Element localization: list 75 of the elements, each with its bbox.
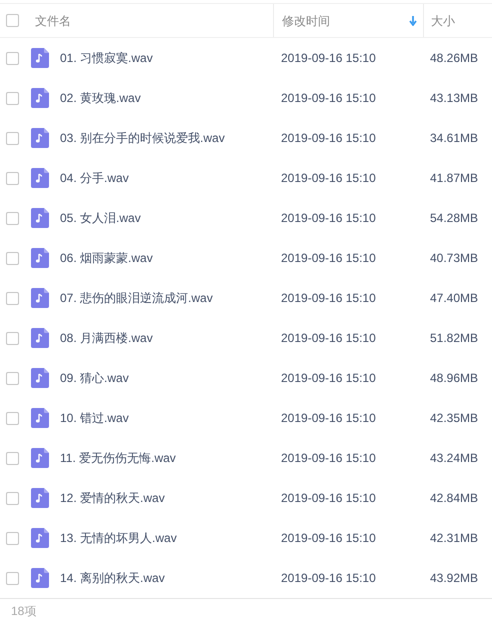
file-name[interactable]: 01. 习惯寂寞.wav: [60, 49, 153, 67]
checkbox[interactable]: [6, 332, 19, 344]
column-header[interactable]: 修改时间: [282, 10, 417, 30]
file-size: 40.73MB: [430, 251, 478, 265]
file-size: 42.35MB: [430, 411, 478, 425]
checkbox[interactable]: [6, 452, 19, 464]
checkbox[interactable]: [6, 572, 19, 584]
file-name[interactable]: 04. 分手.wav: [60, 169, 129, 187]
modified-time: 2019-09-16 15:10: [281, 211, 376, 225]
music-file-icon: [31, 488, 49, 508]
checkbox[interactable]: [6, 252, 19, 264]
checkbox[interactable]: [6, 532, 19, 544]
file-size: 48.96MB: [430, 371, 478, 385]
file-name[interactable]: 07. 悲伤的眼泪逆流成河.wav: [60, 289, 213, 307]
checkbox[interactable]: [6, 372, 19, 384]
file-name[interactable]: 02. 黄玫瑰.wav: [60, 89, 141, 107]
music-file-icon: [31, 568, 49, 588]
file-size: 43.92MB: [430, 571, 478, 585]
item-count: 18项: [11, 602, 36, 620]
music-file-icon: [31, 528, 49, 548]
modified-time: 2019-09-16 15:10: [281, 291, 376, 305]
music-file-icon: [31, 408, 49, 428]
file-size: 34.61MB: [430, 131, 478, 145]
modified-time: 2019-09-16 15:10: [281, 491, 376, 505]
file-name[interactable]: 13. 无情的坏男人.wav: [60, 529, 177, 547]
file-size: 42.84MB: [430, 491, 478, 505]
modified-time: 2019-09-16 15:10: [281, 131, 376, 145]
modified-time: 2019-09-16 15:10: [281, 411, 376, 425]
file-size: 42.31MB: [430, 531, 478, 545]
music-file-icon: [31, 88, 49, 108]
music-file-icon: [31, 168, 49, 188]
file-size: 47.40MB: [430, 291, 478, 305]
modified-time: 2019-09-16 15:10: [281, 571, 376, 585]
file-name[interactable]: 03. 别在分手的时候说爱我.wav: [60, 129, 225, 147]
checkbox[interactable]: [6, 14, 19, 27]
checkbox[interactable]: [6, 172, 19, 184]
checkbox[interactable]: [6, 92, 19, 104]
modified-time: 2019-09-16 15:10: [281, 171, 376, 185]
file-size: 43.13MB: [430, 91, 478, 105]
modified-time: 2019-09-16 15:10: [281, 331, 376, 345]
file-size: 54.28MB: [430, 211, 478, 225]
file-name[interactable]: 12. 爱情的秋天.wav: [60, 489, 165, 507]
checkbox[interactable]: [6, 292, 19, 304]
music-file-icon: [31, 328, 49, 348]
music-file-icon: [31, 48, 49, 68]
file-name[interactable]: 08. 月满西楼.wav: [60, 329, 153, 347]
music-file-icon: [31, 248, 49, 268]
file-size: 43.24MB: [430, 451, 478, 465]
file-size: 41.87MB: [430, 171, 478, 185]
modified-time: 2019-09-16 15:10: [281, 531, 376, 545]
column-header[interactable]: 大小: [431, 10, 492, 30]
file-name[interactable]: 06. 烟雨蒙蒙.wav: [60, 249, 153, 267]
music-file-icon: [31, 208, 49, 228]
file-name[interactable]: 05. 女人泪.wav: [60, 209, 141, 227]
checkbox[interactable]: [6, 52, 19, 64]
music-file-icon: [31, 368, 49, 388]
modified-time: 2019-09-16 15:10: [281, 51, 376, 65]
file-size: 51.82MB: [430, 331, 478, 345]
modified-time: 2019-09-16 15:10: [281, 451, 376, 465]
modified-time: 2019-09-16 15:10: [281, 91, 376, 105]
music-file-icon: [31, 288, 49, 308]
file-name[interactable]: 10. 错过.wav: [60, 409, 129, 427]
file-name[interactable]: 09. 猜心.wav: [60, 369, 129, 387]
checkbox[interactable]: [6, 492, 19, 504]
checkbox[interactable]: [6, 412, 19, 424]
modified-time: 2019-09-16 15:10: [281, 251, 376, 265]
file-name[interactable]: 11. 爱无伤伤无悔.wav: [60, 449, 176, 467]
music-file-icon: [31, 128, 49, 148]
music-file-icon: [31, 448, 49, 468]
checkbox[interactable]: [6, 212, 19, 224]
column-header[interactable]: 文件名: [35, 10, 273, 30]
file-size: 48.26MB: [430, 51, 478, 65]
checkbox[interactable]: [6, 132, 19, 144]
modified-time: 2019-09-16 15:10: [281, 371, 376, 385]
file-name[interactable]: 14. 离别的秋天.wav: [60, 569, 165, 587]
